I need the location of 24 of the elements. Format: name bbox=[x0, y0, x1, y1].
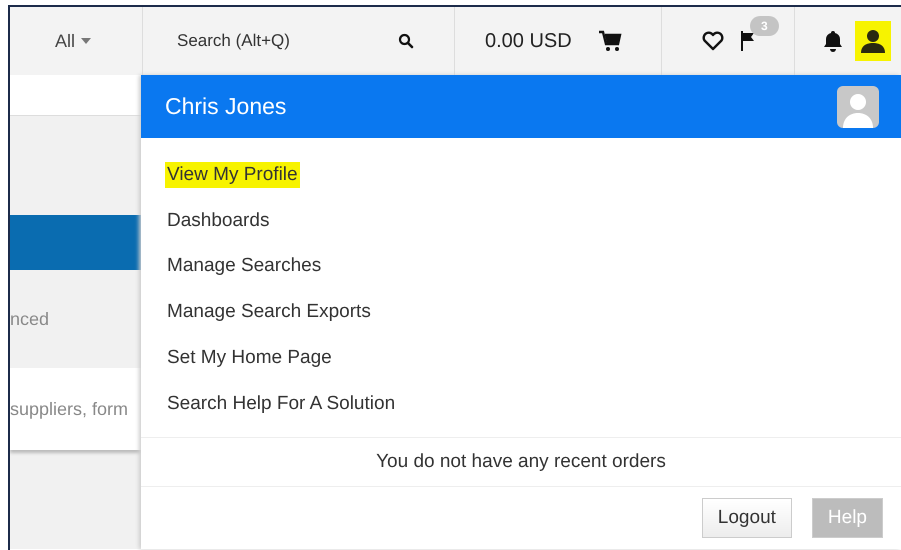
caret-icon bbox=[81, 38, 91, 44]
flag-icon[interactable] bbox=[740, 30, 756, 52]
menu-item[interactable]: View My Profile bbox=[165, 162, 300, 188]
user-button[interactable] bbox=[855, 21, 891, 61]
menu-item[interactable]: Dashboards bbox=[165, 208, 272, 234]
person-icon bbox=[861, 29, 885, 53]
search-field[interactable]: Search (Alt+Q) bbox=[175, 30, 388, 52]
avatar-icon bbox=[837, 86, 879, 128]
recent-orders-text: You do not have any recent orders bbox=[141, 436, 901, 487]
notification-badge: 3 bbox=[750, 16, 779, 36]
heart-icon[interactable] bbox=[702, 31, 724, 51]
menu-item[interactable]: Manage Search Exports bbox=[165, 299, 373, 326]
search-icon[interactable] bbox=[398, 33, 414, 49]
scope-dropdown[interactable]: All bbox=[48, 30, 97, 52]
menu-item[interactable]: Search Help For A Solution bbox=[165, 390, 398, 417]
bell-icon[interactable] bbox=[823, 30, 843, 52]
page-text: suppliers, form bbox=[10, 398, 128, 420]
menu-item[interactable]: Manage Searches bbox=[165, 253, 324, 280]
cart-icon[interactable] bbox=[598, 30, 622, 52]
menu-item[interactable]: Set My Home Page bbox=[165, 345, 334, 372]
user-name: Chris Jones bbox=[165, 93, 286, 120]
page-text: nced bbox=[10, 308, 50, 330]
cart-total: 0.00 USD bbox=[485, 30, 572, 52]
logout-button[interactable]: Logout bbox=[702, 498, 792, 538]
